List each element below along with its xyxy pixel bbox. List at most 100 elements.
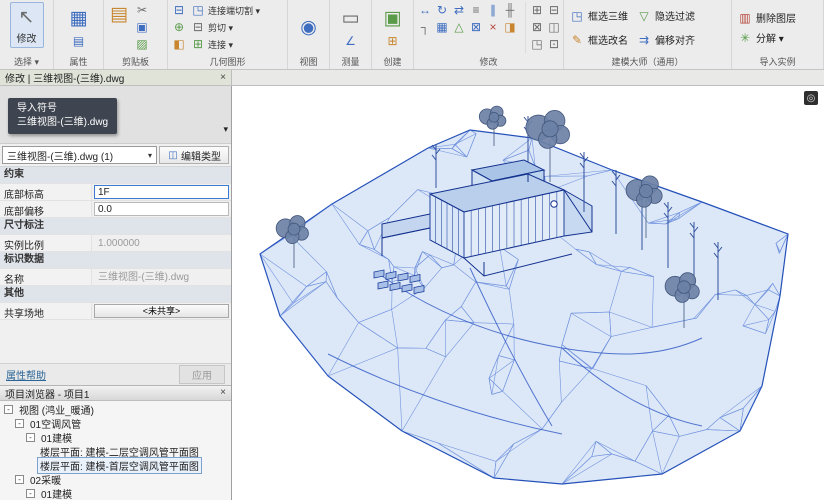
- navigation-wheel-icon[interactable]: ◎: [804, 91, 818, 105]
- mirror-icon[interactable]: ⇄: [451, 2, 467, 18]
- property-group-header[interactable]: 标识数据: [0, 252, 231, 269]
- tree-item[interactable]: -02采暖: [0, 472, 231, 486]
- tree-expander-icon[interactable]: -: [26, 489, 35, 498]
- pin-icon[interactable]: ⊠: [468, 19, 484, 35]
- 3d-view[interactable]: [232, 86, 823, 500]
- context-tab-title: 修改 | 三维视图-(三维).dwg: [5, 70, 124, 85]
- property-label: 实例比例: [0, 235, 92, 251]
- property-value[interactable]: <未共享>: [94, 304, 229, 318]
- grid-icon-6[interactable]: ⊡: [546, 36, 562, 52]
- visibility-icon[interactable]: ◉: [297, 16, 321, 40]
- delete-icon[interactable]: ×: [485, 19, 501, 35]
- property-row: 共享场地<未共享>: [0, 303, 231, 320]
- drawing-area[interactable]: ◎: [232, 86, 824, 500]
- offset-icon[interactable]: ∥: [485, 2, 501, 18]
- copy-icon[interactable]: ▣: [134, 19, 150, 35]
- tree-expander-icon[interactable]: -: [15, 475, 24, 484]
- cut-icon[interactable]: ✂: [134, 2, 150, 18]
- panel-label-clipboard[interactable]: 剪贴板: [104, 55, 167, 69]
- edit-type-button[interactable]: ◫ 编辑类型: [159, 146, 229, 164]
- delete-layers-button[interactable]: ▥删除图层: [735, 10, 798, 26]
- grid-icon-5[interactable]: ◳: [529, 36, 545, 52]
- paint-icon[interactable]: ◧: [171, 36, 187, 52]
- modify-cursor-icon: ↖: [15, 5, 39, 29]
- ribbon: ↖ 修改 选择 ▾ ▦ ▤ 属性 ▤ ✂ ▣ ▨ 剪贴板: [0, 0, 824, 70]
- project-browser-header[interactable]: 项目浏览器 - 项目1 ×: [0, 386, 231, 401]
- panel-label-properties[interactable]: 属性: [54, 55, 103, 69]
- chevron-down-icon: ▾: [148, 151, 152, 160]
- measure-ruler-icon[interactable]: ▭: [339, 6, 363, 30]
- grid-icon-3[interactable]: ⊠: [529, 19, 545, 35]
- join-geometry-icon[interactable]: ⊕: [171, 19, 187, 35]
- panel-label-measure[interactable]: 测量: [330, 55, 371, 69]
- grid-icon-1[interactable]: ⊞: [529, 2, 545, 18]
- grid-icon-4[interactable]: ◫: [546, 19, 562, 35]
- measure-angle-icon[interactable]: ∠: [343, 33, 359, 49]
- tree-item-label: 01建模: [38, 485, 75, 500]
- property-label: 共享场地: [0, 303, 92, 319]
- delete-layers-icon: ▥: [737, 10, 753, 26]
- modify-context-tab[interactable]: 修改 | 三维视图-(三维).dwg ×: [0, 70, 232, 85]
- properties-filler: [0, 320, 231, 363]
- ribbon-panel-view: ◉ 视图: [288, 0, 330, 69]
- join-menu-item[interactable]: ⊞连接 ▾: [190, 36, 260, 52]
- property-value[interactable]: 0.0: [94, 202, 229, 216]
- split-icon[interactable]: ╫: [502, 2, 518, 18]
- property-group-header[interactable]: 其他: [0, 286, 231, 303]
- apply-button[interactable]: 应用: [179, 365, 225, 384]
- modify-tool-button[interactable]: ↖ 修改: [10, 2, 44, 48]
- explode-button[interactable]: ✳分解 ▾: [735, 30, 798, 46]
- tree-item[interactable]: -01空调风管: [0, 416, 231, 430]
- selection-tooltip: 导入符号 三维视图-(三维).dwg: [8, 98, 117, 134]
- create-group-icon[interactable]: ▣: [381, 6, 405, 30]
- preview-scroll-icon[interactable]: ▾: [223, 124, 228, 135]
- panel-label-import-instance[interactable]: 导入实例: [732, 55, 823, 69]
- panel-label-geometry[interactable]: 几何图形: [168, 55, 287, 69]
- create-similar-icon[interactable]: ⊞: [385, 33, 401, 49]
- properties-help-link[interactable]: 属性帮助: [6, 367, 46, 382]
- type-preview: 导入符号 三维视图-(三维).dwg ▾: [0, 86, 231, 144]
- align-icon[interactable]: ≡: [468, 2, 484, 18]
- filter-button[interactable]: ▽隐选过滤: [634, 8, 697, 24]
- property-group-header[interactable]: 尺寸标注: [0, 218, 231, 235]
- property-row: 实例比例1.000000: [0, 235, 231, 252]
- array-icon[interactable]: ▦: [434, 19, 450, 35]
- panel-label-master[interactable]: 建模大师（通用）: [564, 55, 731, 69]
- rename-button[interactable]: ✎框选改名: [567, 32, 630, 48]
- box-select-3d-button[interactable]: ◳框选三维: [567, 8, 630, 24]
- type-selector-dropdown[interactable]: 三维视图-(三维).dwg (1) ▾: [2, 146, 157, 164]
- panel-label-create[interactable]: 创建: [372, 55, 413, 69]
- offset-align-icon: ⇉: [636, 32, 652, 48]
- highlight-dot: [551, 201, 557, 207]
- project-browser-title: 项目浏览器 - 项目1: [5, 386, 89, 401]
- match-type-icon[interactable]: ▨: [134, 36, 150, 52]
- tree-expander-icon[interactable]: -: [15, 419, 24, 428]
- panel-label-select[interactable]: 选择 ▾: [0, 55, 53, 69]
- move-icon[interactable]: ↔: [417, 2, 433, 18]
- properties-table: 约束底部标高1F底部偏移0.0尺寸标注实例比例1.000000标识数据名称三维视…: [0, 166, 231, 320]
- cut-menu-item[interactable]: ⊟剪切 ▾: [190, 19, 260, 35]
- close-icon[interactable]: ×: [220, 73, 226, 83]
- tooltip-name: 三维视图-(三维).dwg: [17, 116, 108, 130]
- tree-item[interactable]: -01建模: [0, 486, 231, 500]
- scale-icon[interactable]: △: [451, 19, 467, 35]
- paint-face-icon[interactable]: ◨: [502, 19, 518, 35]
- panel-label-modify[interactable]: 修改: [414, 55, 563, 69]
- property-group-header[interactable]: 约束: [0, 167, 231, 184]
- paste-icon[interactable]: ▤: [107, 2, 131, 26]
- properties-small-icon[interactable]: ▤: [71, 33, 87, 49]
- trim-icon[interactable]: ┐: [417, 19, 433, 35]
- property-row: 底部偏移0.0: [0, 201, 231, 218]
- rotate-icon[interactable]: ↻: [434, 2, 450, 18]
- grid-icon-2[interactable]: ⊟: [546, 2, 562, 18]
- tree-expander-icon[interactable]: -: [26, 433, 35, 442]
- properties-icon[interactable]: ▦: [67, 6, 91, 30]
- panel-label-view[interactable]: 视图: [288, 55, 329, 69]
- left-dock: 导入符号 三维视图-(三维).dwg ▾ 三维视图-(三维).dwg (1) ▾…: [0, 86, 232, 500]
- property-value[interactable]: 1F: [94, 185, 229, 199]
- tree-expander-icon[interactable]: -: [4, 405, 13, 414]
- cope-menu-item[interactable]: ◳连接端切割 ▾: [190, 2, 260, 18]
- offset-align-button[interactable]: ⇉偏移对齐: [634, 32, 697, 48]
- close-icon[interactable]: ×: [220, 388, 226, 398]
- cut-geometry-icon[interactable]: ⊟: [171, 2, 187, 18]
